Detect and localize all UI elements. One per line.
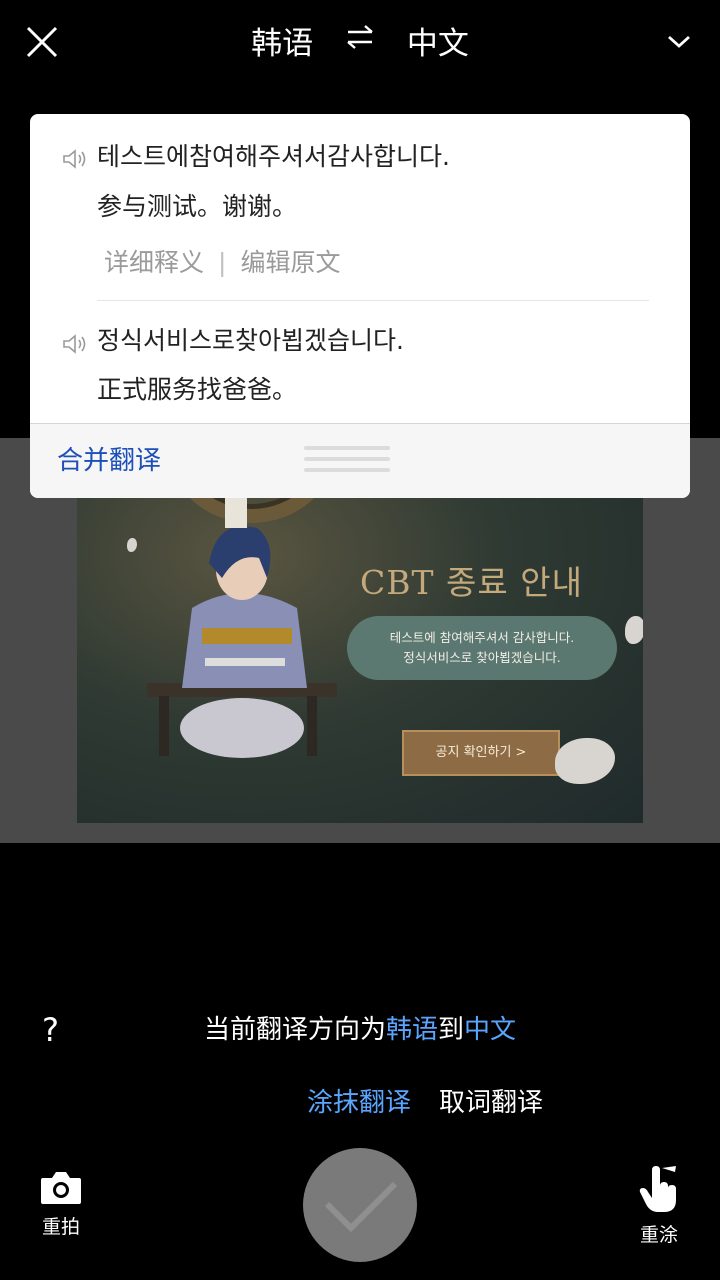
camera-icon: [41, 1172, 81, 1204]
captured-photo: CBT 종료 안내 테스트에 참여해주셔서 감사합니다. 정식서비스로 찾아뵙겠…: [0, 438, 720, 843]
confirm-button[interactable]: [303, 1148, 417, 1262]
card-footer: 合并翻译: [30, 423, 690, 498]
direction-target-lang: 中文: [464, 1015, 517, 1045]
petal-decoration: [625, 616, 643, 644]
translation-card: 테스트에참여해주셔서감사합니다. 参与测试。谢谢。 详细释义 | 编辑原文 정식서비…: [30, 114, 690, 498]
redraw-button[interactable]: 重涂: [624, 1166, 694, 1248]
banner-message: 테스트에 참여해주셔서 감사합니다. 정식서비스로 찾아뵙겠습니다.: [347, 628, 617, 668]
tab-smear-translate[interactable]: 涂抹翻译: [307, 1084, 411, 1122]
source-text[interactable]: 테스트에참여해주셔서감사합니다.: [97, 142, 450, 172]
target-language[interactable]: 中文: [407, 22, 469, 66]
separator: |: [218, 248, 227, 277]
translated-text: 参与测试。谢谢。: [97, 192, 298, 221]
merge-translation-button[interactable]: 合并翻译: [57, 444, 161, 478]
hand-pointer-icon: [639, 1166, 676, 1212]
edit-original-link[interactable]: 编辑原文: [240, 248, 340, 277]
detail-link[interactable]: 详细释义: [104, 248, 204, 277]
mode-tabs: 涂抹翻译 取词翻译: [307, 1084, 543, 1122]
character-illustration: [147, 488, 337, 758]
chevron-down-icon[interactable]: [666, 30, 692, 54]
divider: [97, 300, 649, 301]
translated-text: 正式服务找爸爸。: [97, 375, 298, 404]
checkmark-icon: [324, 1181, 398, 1233]
language-switcher: 韩语 中文: [0, 20, 720, 66]
petal-decoration: [127, 538, 137, 552]
speaker-icon[interactable]: [62, 148, 88, 170]
retake-button[interactable]: 重拍: [28, 1168, 94, 1240]
redraw-label: 重涂: [639, 1224, 678, 1246]
banner-message-line: 테스트에 참여해주셔서 감사합니다.: [389, 630, 575, 645]
drag-handle[interactable]: [304, 446, 390, 474]
direction-connector: 到: [438, 1015, 465, 1045]
speaker-icon[interactable]: [62, 333, 88, 355]
top-bar: 韩语 中文: [0, 0, 720, 86]
source-text[interactable]: 정식서비스로찾아뵙겠습니다.: [97, 326, 404, 356]
translation-direction: 当前翻译方向为韩语到中文: [0, 1012, 720, 1048]
petal-decoration: [555, 738, 615, 784]
swap-icon[interactable]: [345, 22, 375, 52]
entry-actions: 详细释义 | 编辑原文: [104, 248, 340, 278]
direction-prefix: 当前翻译方向为: [203, 1015, 386, 1045]
source-language[interactable]: 韩语: [251, 22, 313, 66]
banner-title: CBT 종료 안내: [360, 563, 583, 602]
notice-button: 공지 확인하기 >: [402, 730, 560, 776]
direction-source-lang: 韩语: [385, 1015, 438, 1045]
tab-word-translate[interactable]: 取词翻译: [439, 1084, 543, 1122]
banner-message-line: 정식서비스로 찾아뵙겠습니다.: [403, 650, 561, 665]
retake-label: 重拍: [41, 1216, 80, 1238]
